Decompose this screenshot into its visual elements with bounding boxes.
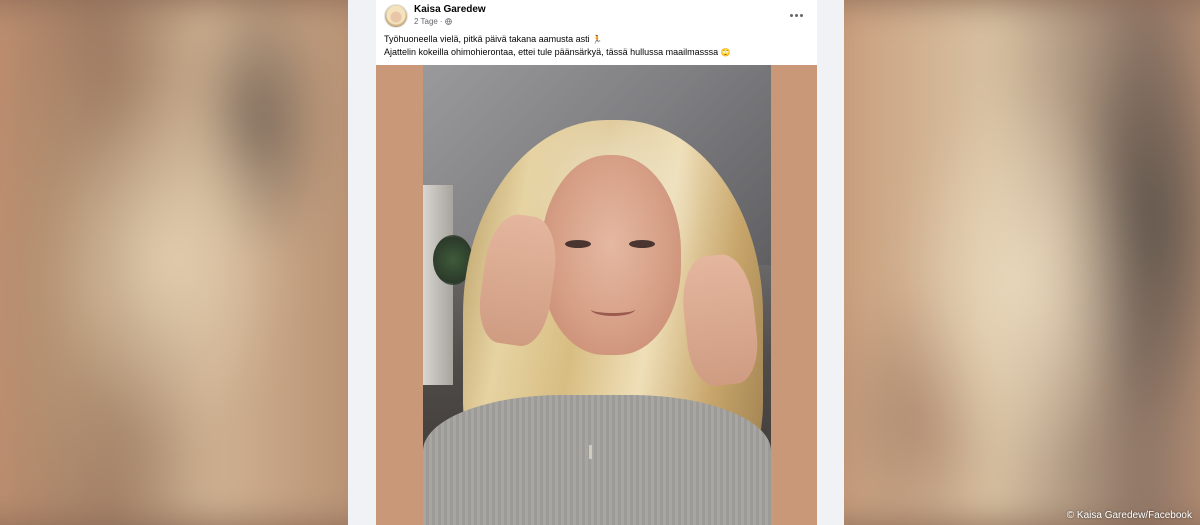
screenshot-stage: Kaisa Garedew 2 Tage · Työhuoneella viel… [0,0,1200,525]
post-timestamp-link[interactable]: 2 Tage [414,17,438,26]
more-options-button[interactable] [785,6,807,24]
post-text-line-2: Ajattelin kokeilla ohimohierontaa, ettei… [384,46,809,59]
post-text: Työhuoneella vielä, pitkä päivä takana a… [384,33,809,59]
post-text-line-1: Työhuoneella vielä, pitkä päivä takana a… [384,33,809,46]
post-video[interactable] [423,65,771,525]
person-mouth [591,303,635,316]
more-options-icon [789,13,793,17]
author-avatar[interactable] [384,4,408,28]
more-options-icon-dot [794,13,798,17]
eye-roll-emoji: 🙄 [720,48,731,57]
person-eye-left [565,240,591,248]
video-background-door [423,185,453,385]
post-meta: 2 Tage · [414,17,452,26]
post-text-line-1-text: Työhuoneella vielä, pitkä päivä takana a… [384,34,590,44]
post-header: Kaisa Garedew 2 Tage · [376,0,817,34]
running-emoji: 🏃 [592,35,603,44]
person-sweater [423,395,771,525]
more-options-icon-dot [799,13,803,17]
image-credit: © Kaisa Garedew/Facebook [1066,510,1192,521]
post-text-line-2-text: Ajattelin kokeilla ohimohierontaa, ettei… [384,47,719,57]
blurred-backdrop-left [0,0,380,525]
person-face [541,155,681,355]
blurred-backdrop-right [820,0,1200,525]
meta-separator: · [439,17,443,26]
post-media[interactable] [376,65,817,525]
person-eye-right [629,240,655,248]
person-necklace-pendant [589,445,592,459]
globe-icon [444,18,452,25]
facebook-post-card: Kaisa Garedew 2 Tage · Työhuoneella viel… [376,0,817,525]
author-name-link[interactable]: Kaisa Garedew [414,4,486,15]
